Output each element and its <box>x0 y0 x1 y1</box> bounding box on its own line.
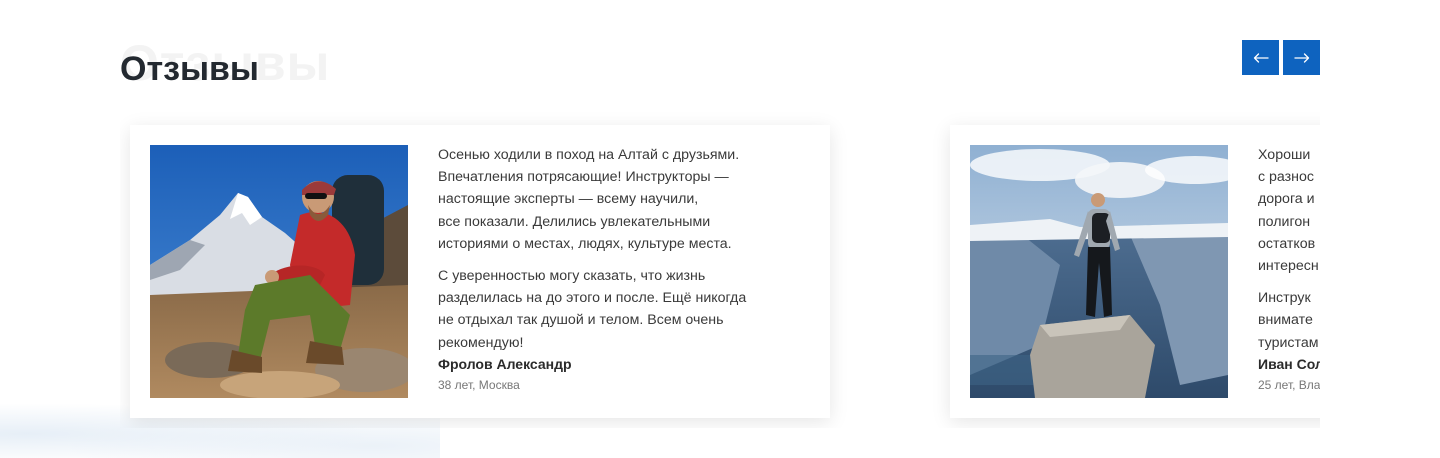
reviews-section: Отзывы Отзывы Осенью ходили в поход на А… <box>0 0 1440 458</box>
review-paragraph: Инструк внимате туристам <box>1258 290 1319 351</box>
review-text: Хороши с разнос дорога и полигон остатко… <box>1258 144 1320 395</box>
next-button[interactable] <box>1283 40 1320 75</box>
review-author: Иван Сол <box>1258 355 1320 372</box>
review-author: Фролов Александр <box>438 355 572 372</box>
review-paragraph: С уверенностью могу сказать, что жизнь р… <box>438 268 747 351</box>
section-header: Отзывы Отзывы <box>120 32 520 102</box>
arrow-right-icon <box>1293 52 1310 63</box>
hiker-standing-on-cliff-photo <box>970 145 1228 398</box>
arrow-left-icon <box>1253 52 1269 63</box>
hiker-sitting-mountains-photo <box>150 145 408 398</box>
reviews-carousel[interactable]: Осенью ходили в поход на Алтай с друзьям… <box>120 110 1320 428</box>
review-author-meta: 25 лет, Вла <box>1258 377 1320 392</box>
prev-button[interactable] <box>1242 40 1279 75</box>
review-paragraph: Хороши с разнос дорога и полигон остатко… <box>1258 147 1319 275</box>
section-title: Отзывы <box>120 50 259 88</box>
review-paragraph: Осенью ходили в поход на Алтай с друзьям… <box>438 147 740 252</box>
review-card: Хороши с разнос дорога и полигон остатко… <box>950 125 1320 418</box>
review-author-meta: 38 лет, Москва <box>438 377 520 392</box>
review-card: Осенью ходили в поход на Алтай с друзьям… <box>130 125 830 418</box>
review-text: Осенью ходили в поход на Алтай с друзьям… <box>438 144 798 395</box>
